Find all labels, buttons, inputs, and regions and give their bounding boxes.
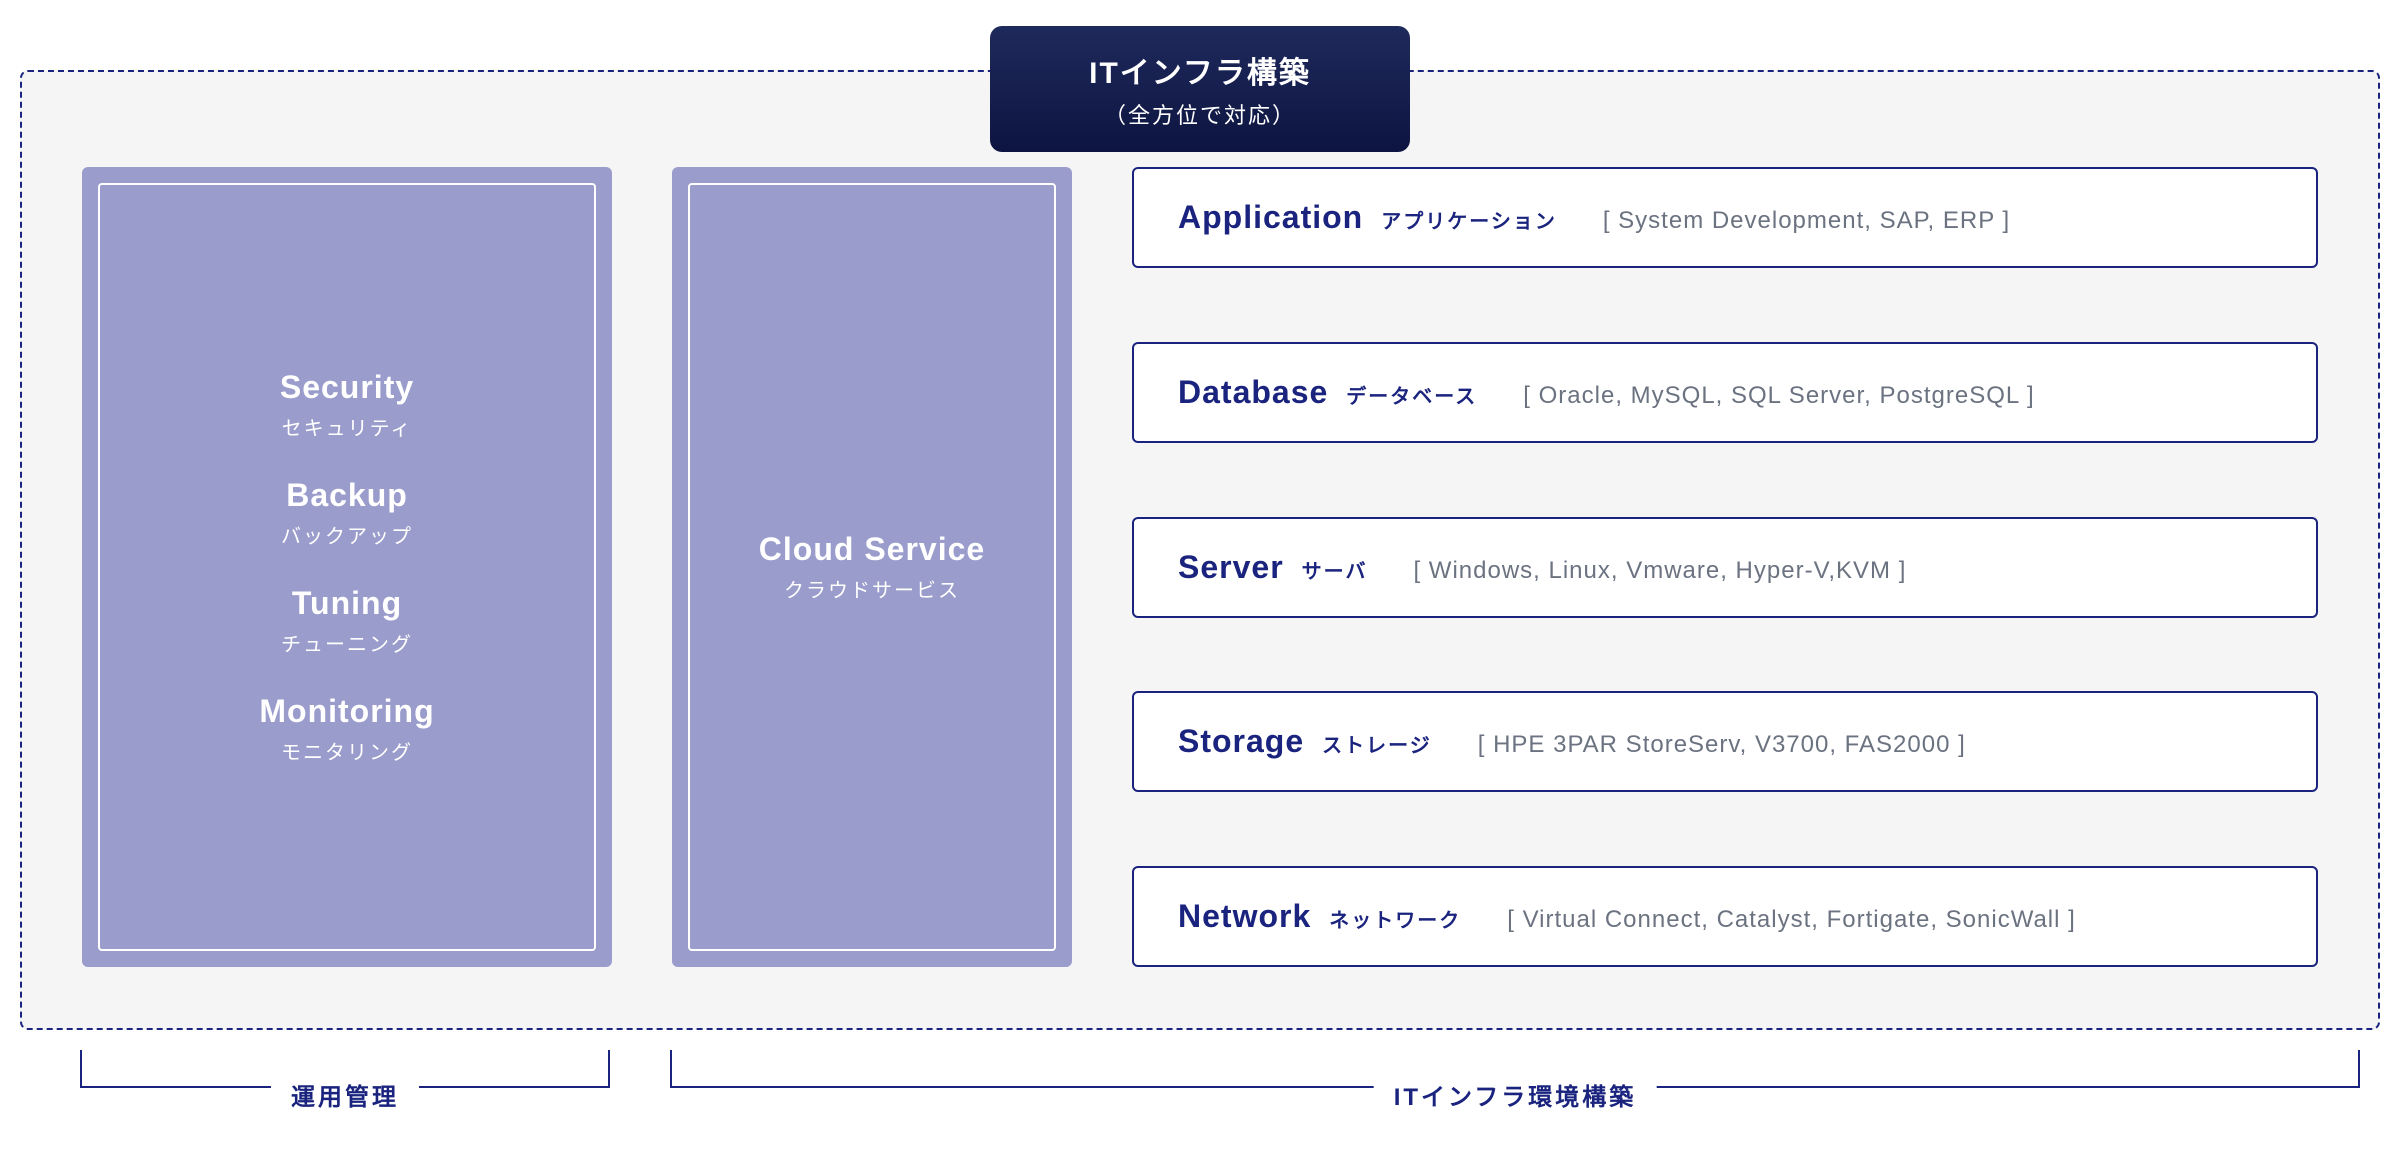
database-jp: データベース — [1346, 380, 1477, 409]
tuning-item: Tuning チューニング — [281, 585, 413, 657]
bracket-infra-env: ITインフラ環境構築 — [670, 1050, 2360, 1140]
application-jp: アプリケーション — [1381, 205, 1557, 234]
it-infra-diagram: ITインフラ構築 （全方位で対応） Security セキュリティ Backup… — [0, 50, 2400, 1030]
cloud-inner: Cloud Service クラウドサービス — [688, 183, 1056, 951]
network-layer: Network ネットワーク [ Virtual Connect, Cataly… — [1132, 866, 2318, 967]
infra-env-bottom-label: ITインフラ環境構築 — [1374, 1077, 1657, 1112]
server-tech: [ Windows, Linux, Vmware, Hyper-V,KVM ] — [1413, 557, 1906, 585]
header-badge: ITインフラ構築 （全方位で対応） — [990, 26, 1410, 152]
monitoring-label-jp: モニタリング — [259, 736, 434, 765]
monitoring-item: Monitoring モニタリング — [259, 693, 434, 765]
bracket-operations: 運用管理 — [80, 1050, 610, 1140]
bottom-labels: 運用管理 ITインフラ環境構築 — [20, 1050, 2380, 1140]
columns: Security セキュリティ Backup バックアップ Tuning チュー… — [82, 167, 2318, 967]
network-tech: [ Virtual Connect, Catalyst, Fortigate, … — [1507, 906, 2076, 934]
monitoring-label-en: Monitoring — [259, 693, 434, 730]
cloud-service-item: Cloud Service クラウドサービス — [759, 531, 985, 603]
security-label-jp: セキュリティ — [280, 412, 414, 441]
database-layer: Database データベース [ Oracle, MySQL, SQL Ser… — [1132, 342, 2318, 443]
infra-layers-column: Application アプリケーション [ System Developmen… — [1132, 167, 2318, 967]
dashed-container: ITインフラ構築 （全方位で対応） Security セキュリティ Backup… — [20, 70, 2380, 1030]
header-subtitle: （全方位で対応） — [1070, 98, 1330, 130]
server-jp: サーバ — [1302, 555, 1368, 584]
storage-layer: Storage ストレージ [ HPE 3PAR StoreServ, V370… — [1132, 691, 2318, 792]
application-tech: [ System Development, SAP, ERP ] — [1603, 207, 2010, 235]
storage-en: Storage — [1178, 723, 1304, 760]
operations-bottom-label: 運用管理 — [271, 1077, 419, 1112]
backup-label-en: Backup — [281, 477, 413, 514]
operations-inner: Security セキュリティ Backup バックアップ Tuning チュー… — [98, 183, 596, 951]
application-layer: Application アプリケーション [ System Developmen… — [1132, 167, 2318, 268]
tuning-label-en: Tuning — [281, 585, 413, 622]
security-item: Security セキュリティ — [280, 369, 414, 441]
server-en: Server — [1178, 549, 1284, 586]
network-en: Network — [1178, 898, 1311, 935]
security-label-en: Security — [280, 369, 414, 406]
cloud-label-jp: クラウドサービス — [759, 574, 985, 603]
server-layer: Server サーバ [ Windows, Linux, Vmware, Hyp… — [1132, 517, 2318, 618]
database-en: Database — [1178, 374, 1328, 411]
storage-tech: [ HPE 3PAR StoreServ, V3700, FAS2000 ] — [1478, 731, 1966, 759]
header-title: ITインフラ構築 — [1070, 48, 1330, 92]
database-tech: [ Oracle, MySQL, SQL Server, PostgreSQL … — [1523, 382, 2034, 410]
tuning-label-jp: チューニング — [281, 628, 413, 657]
backup-item: Backup バックアップ — [281, 477, 413, 549]
storage-jp: ストレージ — [1322, 729, 1432, 758]
backup-label-jp: バックアップ — [281, 520, 413, 549]
cloud-label-en: Cloud Service — [759, 531, 985, 568]
cloud-service-box: Cloud Service クラウドサービス — [672, 167, 1072, 967]
network-jp: ネットワーク — [1329, 904, 1461, 933]
operations-management-box: Security セキュリティ Backup バックアップ Tuning チュー… — [82, 167, 612, 967]
application-en: Application — [1178, 199, 1363, 236]
